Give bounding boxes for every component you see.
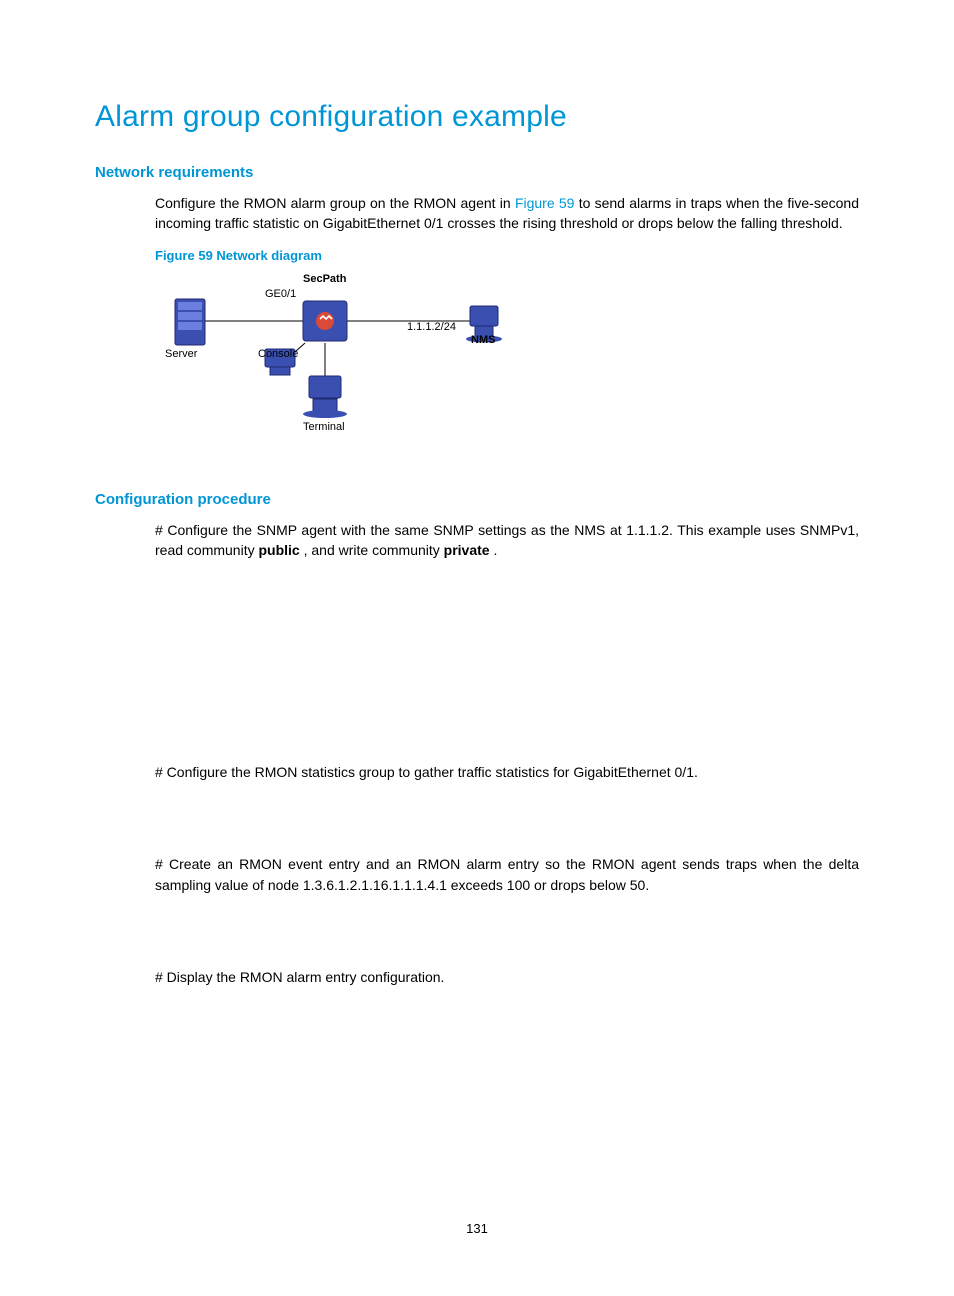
terminal-label: Terminal <box>303 421 345 433</box>
ge-label: GE0/1 <box>265 288 296 300</box>
ip-label: 1.1.1.2/24 <box>407 321 456 333</box>
network-diagram: SecPath GE0/1 1.1.1.2/24 NMS Server Cons… <box>155 271 535 461</box>
configuration-procedure-heading: Configuration procedure <box>95 491 859 508</box>
network-requirements-paragraph: Configure the RMON alarm group on the RM… <box>155 193 859 234</box>
figure-59-link[interactable]: Figure 59 <box>515 195 575 211</box>
console-label: Console <box>258 348 298 360</box>
page-number: 131 <box>0 1221 954 1236</box>
text-span: public <box>258 542 299 558</box>
text-span: . <box>493 542 497 558</box>
config-p2: # Configure the RMON statistics group to… <box>155 762 859 782</box>
config-p4: # Display the RMON alarm entry configura… <box>155 967 859 987</box>
terminal-icon <box>303 376 347 418</box>
page-title: Alarm group configuration example <box>95 100 859 134</box>
nms-label: NMS <box>471 334 495 346</box>
text-span: private <box>444 542 490 558</box>
figure-caption: Figure 59 Network diagram <box>155 248 859 263</box>
config-p1: # Configure the SNMP agent with the same… <box>155 520 859 561</box>
server-icon <box>175 299 205 345</box>
network-requirements-heading: Network requirements <box>95 164 859 181</box>
config-p3: # Create an RMON event entry and an RMON… <box>155 854 859 895</box>
server-label: Server <box>165 348 197 360</box>
text-span: Configure the RMON alarm group on the RM… <box>155 195 515 211</box>
text-span: , and write community <box>304 542 444 558</box>
secpath-icon <box>303 301 347 341</box>
secpath-label: SecPath <box>303 273 346 285</box>
